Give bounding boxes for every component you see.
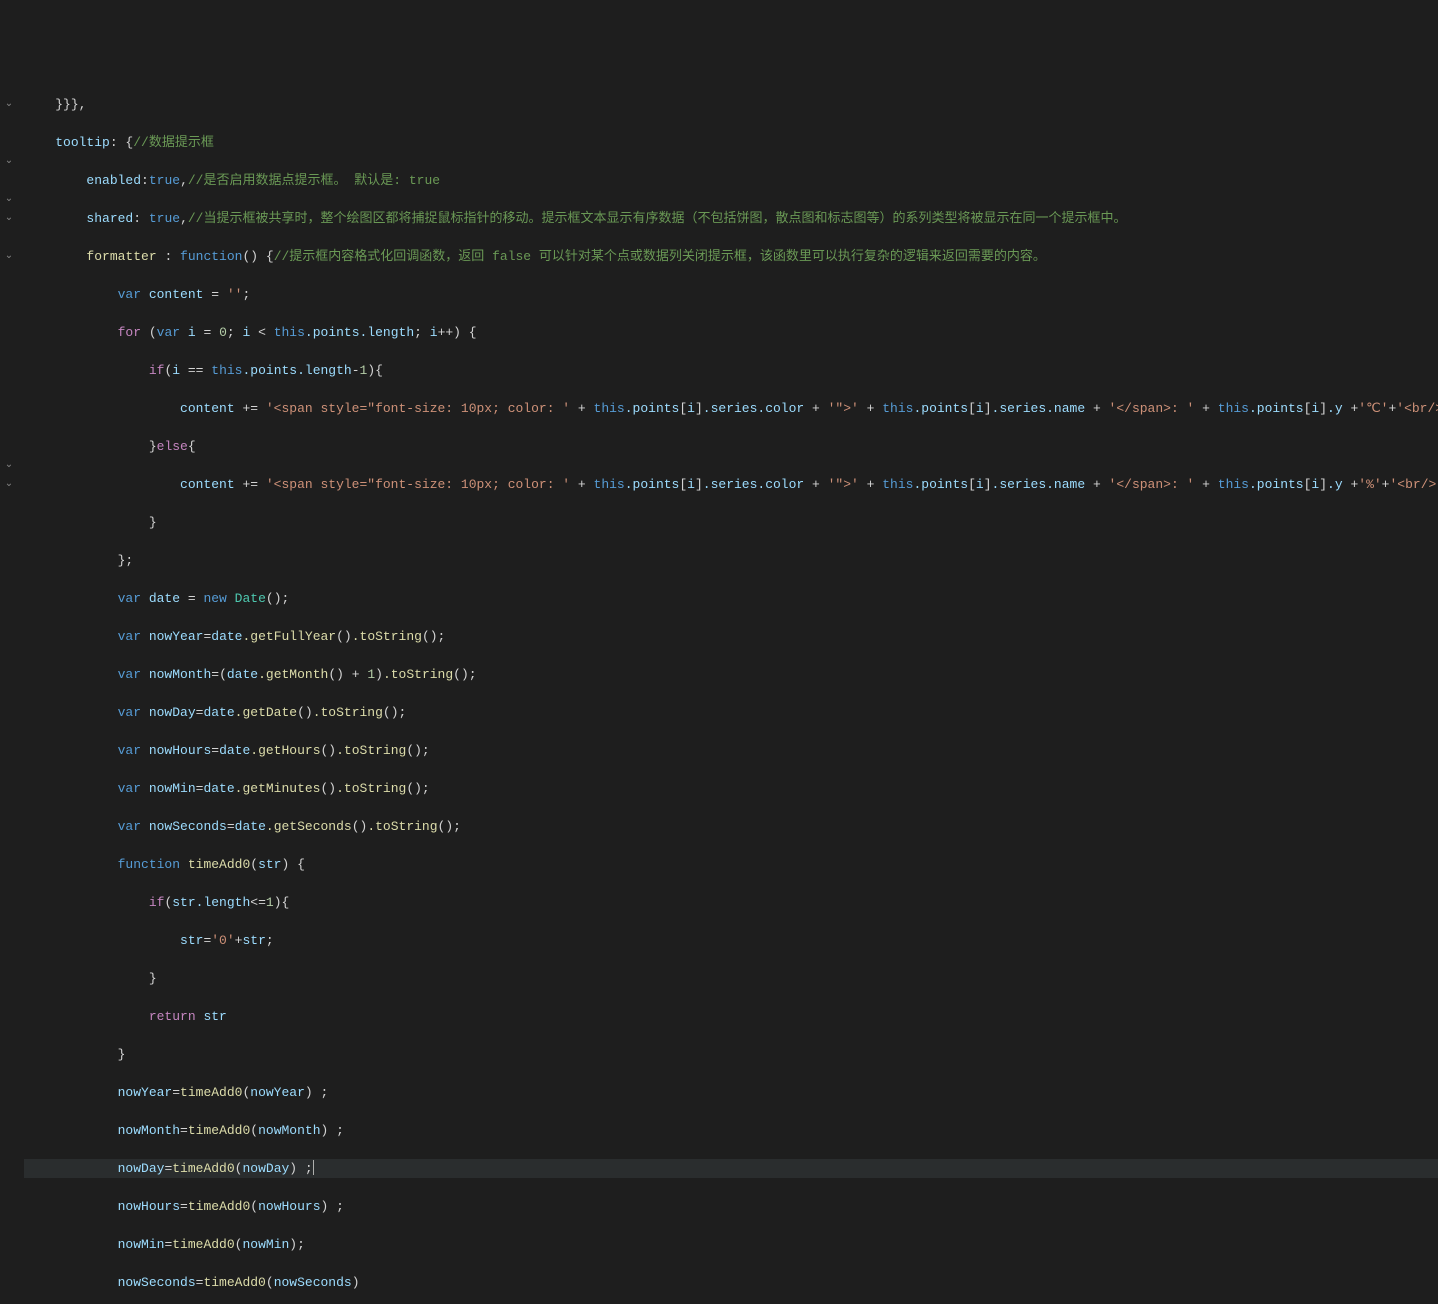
code-text: if(i == this.points.length-1){ <box>24 363 383 378</box>
code-line-current[interactable]: nowDay=timeAdd0(nowDay) ; <box>24 1159 1438 1178</box>
code-text: nowMin=timeAdd0(nowMin); <box>24 1237 305 1252</box>
code-line[interactable]: var nowMonth=(date.getMonth() + 1).toStr… <box>24 665 1438 684</box>
code-text: }}}, <box>24 97 86 112</box>
fold-icon[interactable]: ⌄ <box>5 190 13 209</box>
fold-icon[interactable]: ⌄ <box>5 456 13 475</box>
code-line[interactable]: nowHours=timeAdd0(nowHours) ; <box>24 1197 1438 1216</box>
code-line[interactable]: if(str.length<=1){ <box>24 893 1438 912</box>
code-text: return str <box>24 1009 227 1024</box>
code-line[interactable]: function timeAdd0(str) { <box>24 855 1438 874</box>
code-line[interactable]: if(i == this.points.length-1){ <box>24 361 1438 380</box>
code-line[interactable]: for (var i = 0; i < this.points.length; … <box>24 323 1438 342</box>
code-text: var nowHours=date.getHours().toString(); <box>24 743 430 758</box>
fold-icon[interactable]: ⌄ <box>5 475 13 494</box>
code-line[interactable]: str='0'+str; <box>24 931 1438 950</box>
code-text: var nowDay=date.getDate().toString(); <box>24 705 406 720</box>
code-editor[interactable]: ⌄ ⌄ ⌄ ⌄ ⌄ ⌄ ⌄ }}}, tooltip: <box>0 76 1438 1304</box>
code-text: var nowMonth=(date.getMonth() + 1).toStr… <box>24 667 477 682</box>
code-line[interactable]: nowMin=timeAdd0(nowMin); <box>24 1235 1438 1254</box>
code-line[interactable]: } <box>24 1045 1438 1064</box>
code-text: nowMonth=timeAdd0(nowMonth) ; <box>24 1123 344 1138</box>
code-line[interactable]: return str <box>24 1007 1438 1026</box>
code-text: } <box>24 515 157 530</box>
code-line[interactable]: tooltip: {//数据提示框 <box>24 133 1438 152</box>
code-line[interactable]: var nowSeconds=date.getSeconds().toStrin… <box>24 817 1438 836</box>
code-line[interactable]: nowMonth=timeAdd0(nowMonth) ; <box>24 1121 1438 1140</box>
code-line[interactable]: }}}, <box>24 95 1438 114</box>
fold-gutter: ⌄ ⌄ ⌄ ⌄ ⌄ ⌄ ⌄ <box>0 76 18 1304</box>
code-line[interactable]: var content = ''; <box>24 285 1438 304</box>
code-text: for (var i = 0; i < this.points.length; … <box>24 325 477 340</box>
text-cursor <box>313 1160 314 1175</box>
code-line[interactable]: var nowDay=date.getDate().toString(); <box>24 703 1438 722</box>
code-line[interactable]: }; <box>24 551 1438 570</box>
code-line[interactable]: content += '<span style="font-size: 10px… <box>24 475 1438 494</box>
code-line[interactable]: }else{ <box>24 437 1438 456</box>
code-text: content += '<span style="font-size: 10px… <box>24 401 1438 416</box>
code-text: nowYear=timeAdd0(nowYear) ; <box>24 1085 328 1100</box>
fold-icon[interactable]: ⌄ <box>5 247 13 266</box>
code-text: var nowYear=date.getFullYear().toString(… <box>24 629 445 644</box>
code-line[interactable]: nowYear=timeAdd0(nowYear) ; <box>24 1083 1438 1102</box>
code-line[interactable]: nowSeconds=timeAdd0(nowSeconds) <box>24 1273 1438 1292</box>
code-text: nowDay=timeAdd0(nowDay) ; <box>24 1161 314 1176</box>
code-line[interactable]: shared: true,//当提示框被共享时，整个绘图区都将捕捉鼠标指针的移动… <box>24 209 1438 228</box>
code-text: nowSeconds=timeAdd0(nowSeconds) <box>24 1275 360 1290</box>
fold-icon[interactable]: ⌄ <box>5 152 13 171</box>
fold-icon[interactable]: ⌄ <box>5 95 13 114</box>
code-line[interactable]: content += '<span style="font-size: 10px… <box>24 399 1438 418</box>
code-text: tooltip: {//数据提示框 <box>24 135 214 150</box>
code-line[interactable]: } <box>24 513 1438 532</box>
code-text: nowHours=timeAdd0(nowHours) ; <box>24 1199 344 1214</box>
code-text: var nowSeconds=date.getSeconds().toStrin… <box>24 819 461 834</box>
code-text: enabled:true,//是否启用数据点提示框。 默认是: true <box>24 173 440 188</box>
code-text: var nowMin=date.getMinutes().toString(); <box>24 781 430 796</box>
code-text: } <box>24 1047 125 1062</box>
code-text: shared: true,//当提示框被共享时，整个绘图区都将捕捉鼠标指针的移动… <box>24 211 1126 226</box>
code-text: content += '<span style="font-size: 10px… <box>24 477 1438 492</box>
code-text: var content = ''; <box>24 287 250 302</box>
code-text: function timeAdd0(str) { <box>24 857 305 872</box>
code-line[interactable]: enabled:true,//是否启用数据点提示框。 默认是: true <box>24 171 1438 190</box>
fold-icon[interactable]: ⌄ <box>5 209 13 228</box>
code-text: formatter : function() {//提示框内容格式化回调函数，返… <box>24 249 1046 264</box>
code-line[interactable]: var date = new Date(); <box>24 589 1438 608</box>
code-area[interactable]: }}}, tooltip: {//数据提示框 enabled:true,//是否… <box>18 76 1438 1304</box>
code-line[interactable]: var nowYear=date.getFullYear().toString(… <box>24 627 1438 646</box>
code-line[interactable]: var nowMin=date.getMinutes().toString(); <box>24 779 1438 798</box>
code-line[interactable]: var nowHours=date.getHours().toString(); <box>24 741 1438 760</box>
code-text: str='0'+str; <box>24 933 274 948</box>
code-text: }else{ <box>24 439 196 454</box>
code-text: }; <box>24 553 133 568</box>
code-line[interactable]: } <box>24 969 1438 988</box>
code-text: } <box>24 971 157 986</box>
code-line[interactable]: formatter : function() {//提示框内容格式化回调函数，返… <box>24 247 1438 266</box>
code-text: if(str.length<=1){ <box>24 895 289 910</box>
code-text: var date = new Date(); <box>24 591 289 606</box>
